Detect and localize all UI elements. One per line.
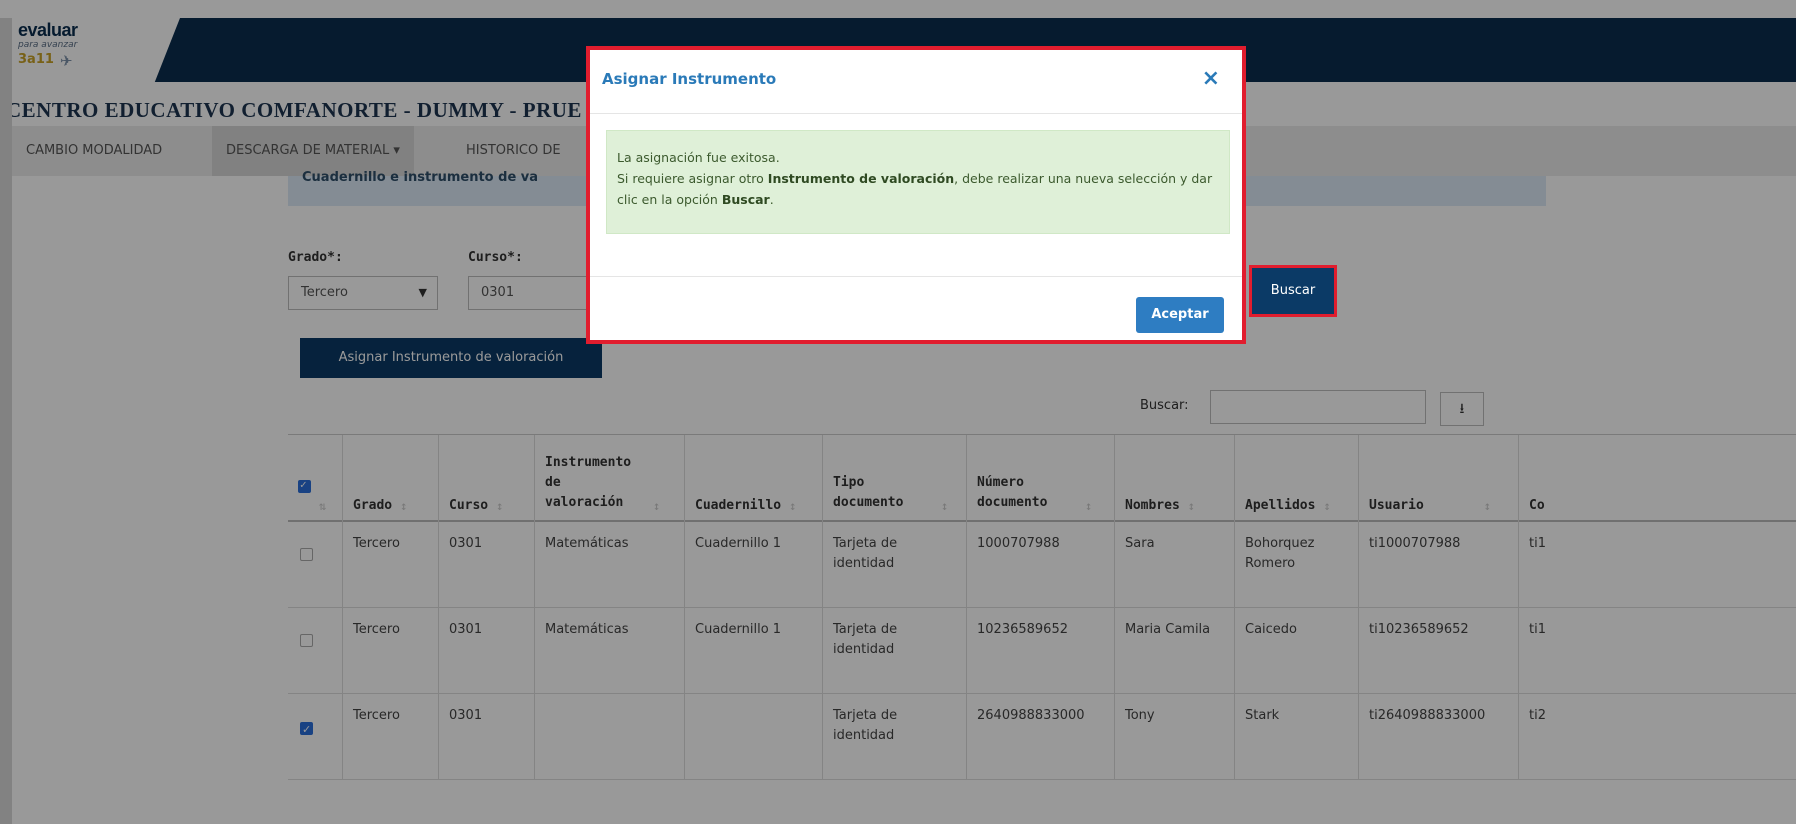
assign-instrument-dialog: Asignar Instrumento × La asignación fue … bbox=[586, 46, 1246, 344]
dialog-footer: Aceptar bbox=[590, 276, 1242, 340]
alert-emphasis: Buscar bbox=[721, 192, 770, 207]
buscar-button-highlight[interactable]: Buscar bbox=[1249, 265, 1337, 317]
accept-button[interactable]: Aceptar bbox=[1136, 297, 1224, 333]
alert-line-2: Si requiere asignar otro Instrumento de … bbox=[617, 168, 1219, 210]
dialog-header: Asignar Instrumento × bbox=[590, 50, 1242, 114]
alert-text: . bbox=[769, 192, 774, 207]
alert-line-1: La asignación fue exitosa. bbox=[617, 150, 780, 165]
dialog-title: Asignar Instrumento bbox=[602, 70, 777, 88]
close-icon[interactable]: × bbox=[1202, 66, 1220, 91]
success-alert: La asignación fue exitosa. Si requiere a… bbox=[606, 130, 1230, 234]
alert-text: Si requiere asignar otro bbox=[617, 171, 768, 186]
alert-emphasis: Instrumento de valoración bbox=[767, 171, 955, 186]
